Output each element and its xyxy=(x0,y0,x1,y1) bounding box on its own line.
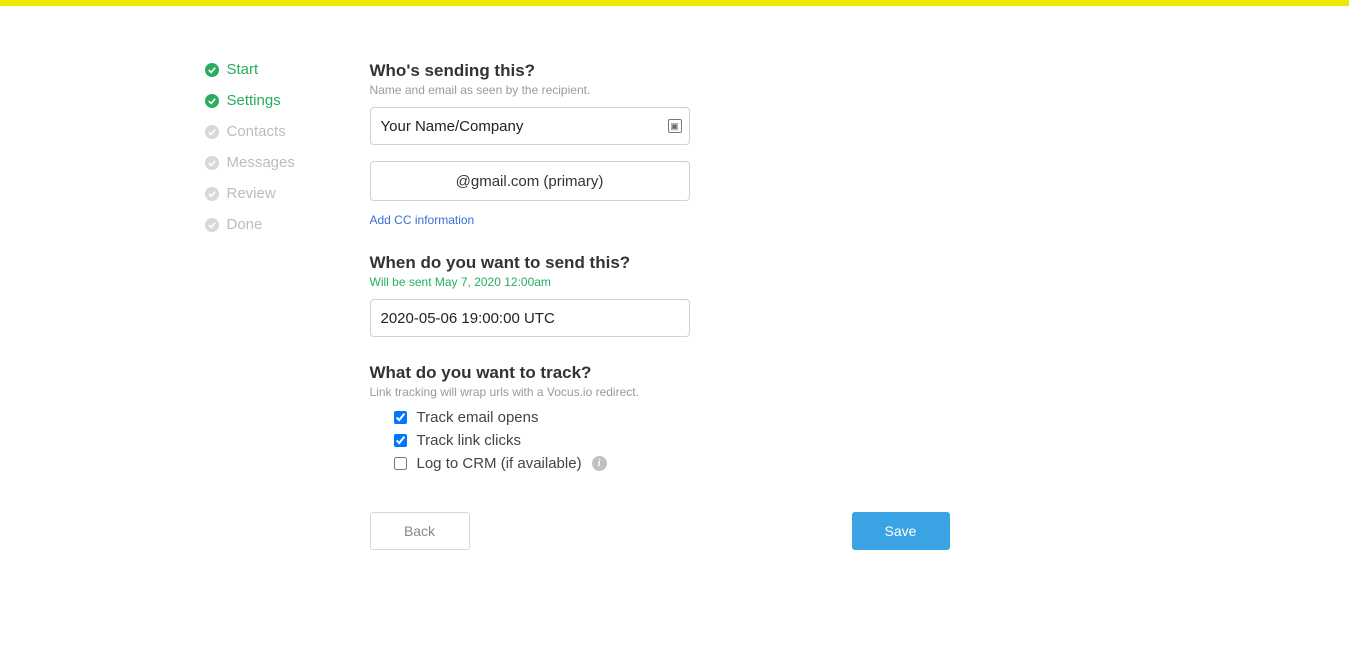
track-opens-checkbox[interactable] xyxy=(394,411,407,424)
sender-section: Who's sending this? Name and email as se… xyxy=(370,61,960,227)
schedule-section: When do you want to send this? Will be s… xyxy=(370,253,960,337)
step-label: Done xyxy=(227,216,263,233)
settings-form: Who's sending this? Name and email as se… xyxy=(370,61,960,550)
step-label: Contacts xyxy=(227,123,286,140)
tracking-title: What do you want to track? xyxy=(370,363,960,383)
tracking-section: What do you want to track? Link tracking… xyxy=(370,363,960,472)
step-start[interactable]: Start xyxy=(205,61,370,78)
check-icon xyxy=(205,125,219,139)
button-row: Back Save xyxy=(370,512,950,550)
tracking-subtitle: Link tracking will wrap urls with a Vocu… xyxy=(370,385,960,399)
log-crm-checkbox[interactable] xyxy=(394,457,407,470)
check-icon xyxy=(205,218,219,232)
step-label: Settings xyxy=(227,92,281,109)
track-opens-label: Track email opens xyxy=(417,409,539,426)
schedule-datetime-input[interactable] xyxy=(370,299,690,337)
log-crm-row[interactable]: Log to CRM (if available) i xyxy=(394,455,960,472)
schedule-title: When do you want to send this? xyxy=(370,253,960,273)
sender-name-wrap: ▣ xyxy=(370,107,690,145)
step-label: Messages xyxy=(227,154,295,171)
sender-email-select[interactable]: @gmail.com (primary) xyxy=(370,161,690,201)
step-contacts[interactable]: Contacts xyxy=(205,123,370,140)
step-settings[interactable]: Settings xyxy=(205,92,370,109)
check-icon xyxy=(205,156,219,170)
track-opens-row[interactable]: Track email opens xyxy=(394,409,960,426)
step-review[interactable]: Review xyxy=(205,185,370,202)
sender-subtitle: Name and email as seen by the recipient. xyxy=(370,83,960,97)
check-icon xyxy=(205,63,219,77)
track-clicks-checkbox[interactable] xyxy=(394,434,407,447)
track-clicks-label: Track link clicks xyxy=(417,432,521,449)
add-cc-link[interactable]: Add CC information xyxy=(370,213,475,227)
check-icon xyxy=(205,94,219,108)
step-label: Review xyxy=(227,185,276,202)
sender-email-value: @gmail.com (primary) xyxy=(456,173,604,190)
schedule-note: Will be sent May 7, 2020 12:00am xyxy=(370,275,960,289)
wizard-steps: Start Settings Contacts Messages Review xyxy=(205,61,370,550)
sender-title: Who's sending this? xyxy=(370,61,960,81)
save-button[interactable]: Save xyxy=(852,512,950,550)
step-label: Start xyxy=(227,61,259,78)
back-button[interactable]: Back xyxy=(370,512,470,550)
log-crm-label: Log to CRM (if available) xyxy=(417,455,582,472)
step-done[interactable]: Done xyxy=(205,216,370,233)
check-icon xyxy=(205,187,219,201)
step-messages[interactable]: Messages xyxy=(205,154,370,171)
info-icon[interactable]: i xyxy=(592,456,607,471)
track-clicks-row[interactable]: Track link clicks xyxy=(394,432,960,449)
sender-name-input[interactable] xyxy=(370,107,690,145)
